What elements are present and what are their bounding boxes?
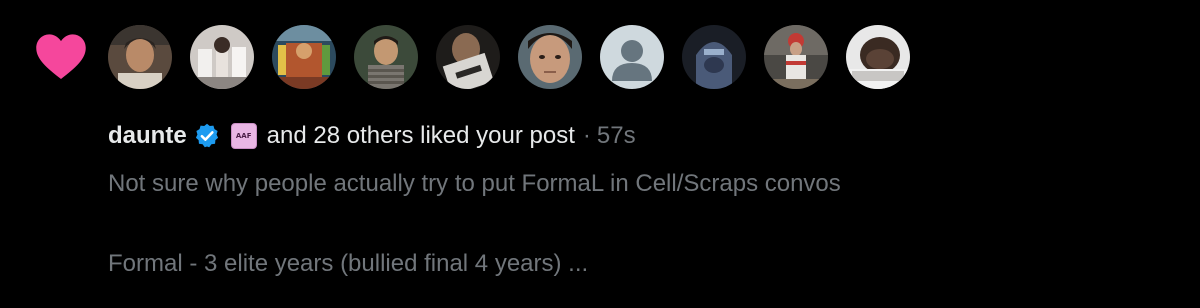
liked-summary-text: and 28 others liked your post — [266, 122, 575, 149]
avatar[interactable] — [272, 25, 336, 89]
default-avatar[interactable] — [600, 25, 664, 89]
avatar[interactable] — [846, 25, 910, 89]
avatar[interactable] — [518, 25, 582, 89]
avatar[interactable] — [190, 25, 254, 89]
avatar[interactable] — [436, 25, 500, 89]
avatar[interactable] — [764, 25, 828, 89]
like-notification[interactable]: daunte AAF and 28 others liked your post… — [0, 0, 1200, 308]
avatar[interactable] — [354, 25, 418, 89]
timestamp[interactable]: 57s — [597, 118, 636, 154]
separator-dot: · — [582, 122, 591, 149]
username-link[interactable]: daunte — [108, 118, 187, 154]
post-preview-line: Formal - 3 elite years (bullied final 4 … — [108, 250, 589, 277]
liker-avatars — [108, 25, 910, 89]
avatar[interactable] — [108, 25, 172, 89]
post-preview-line: Not sure why people actually try to put … — [108, 170, 841, 197]
post-preview[interactable]: Not sure why people actually try to put … — [108, 166, 841, 282]
verified-badge-icon — [195, 123, 218, 148]
affiliate-badge-icon[interactable]: AAF — [230, 123, 257, 149]
heart-icon — [36, 34, 86, 79]
affiliate-badge-text: AAF — [235, 132, 252, 140]
notification-summary: daunte AAF and 28 others liked your post… — [108, 118, 636, 154]
avatar[interactable] — [682, 25, 746, 89]
